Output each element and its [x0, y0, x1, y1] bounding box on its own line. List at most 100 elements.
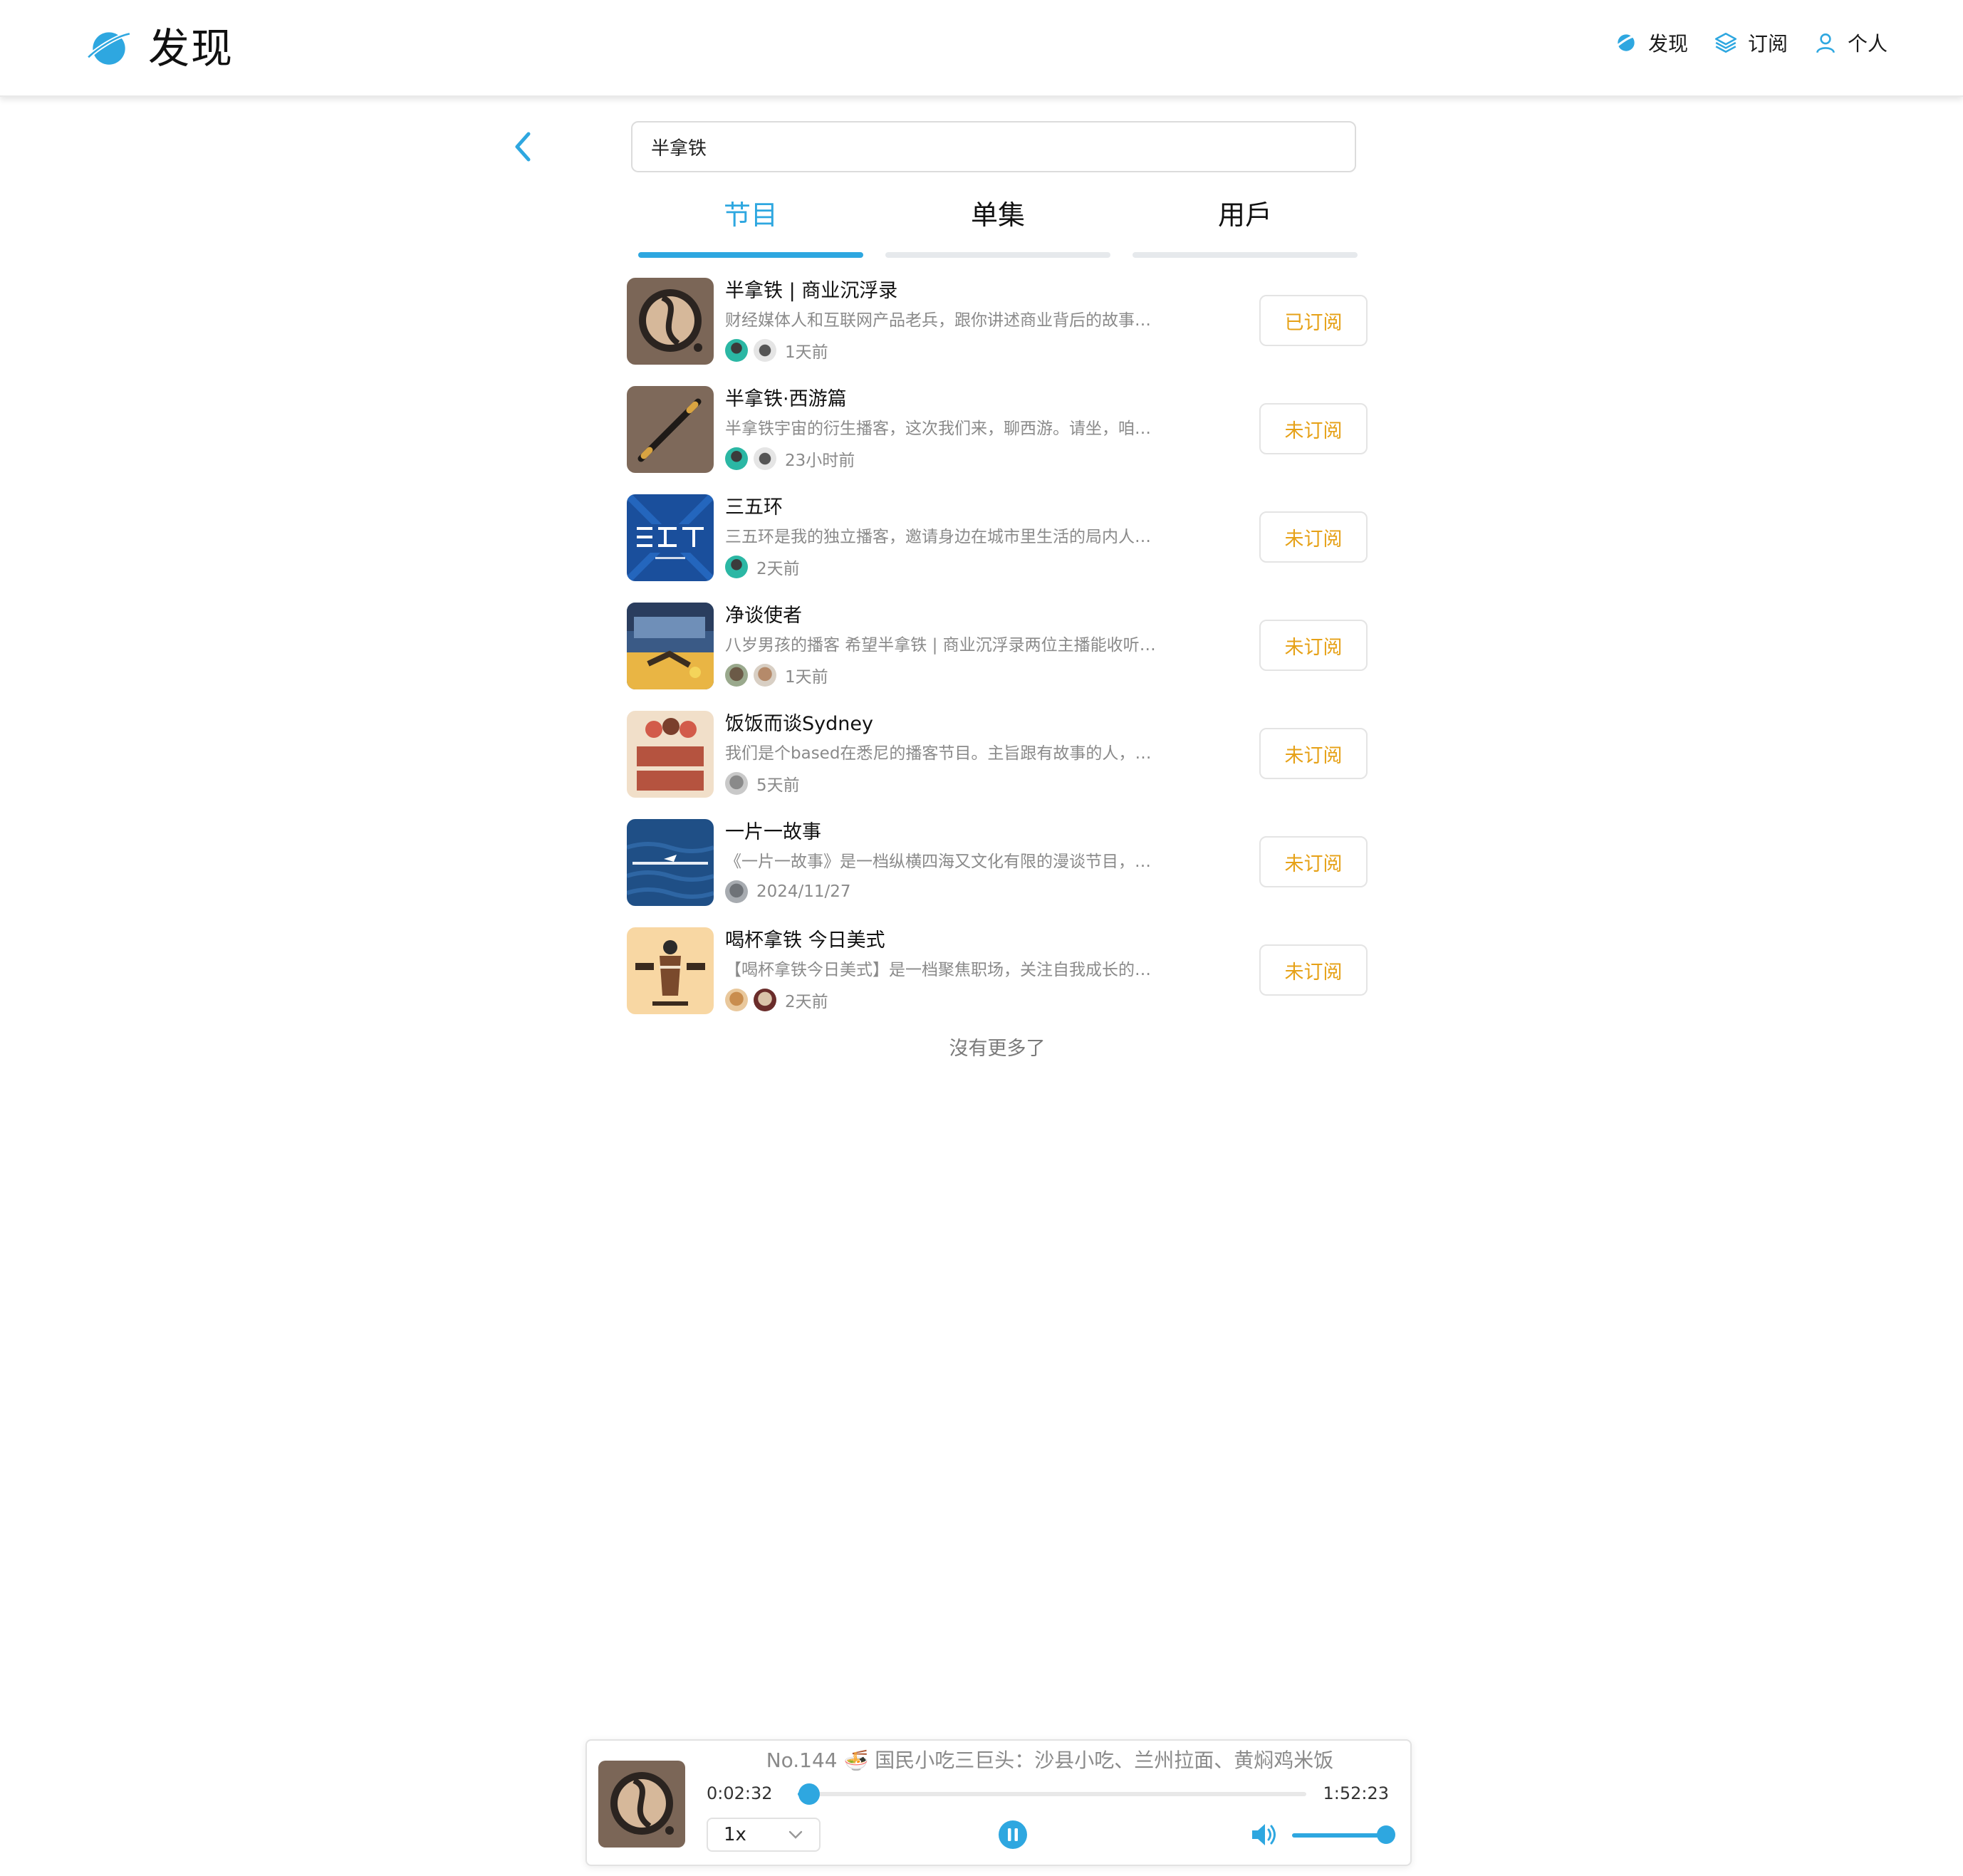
- podcast-description: 我们是个based在悉尼的播客节目。主旨跟有故事的人，聊有趣的故事。: [725, 744, 1160, 763]
- host-avatar: [725, 447, 748, 470]
- search-input[interactable]: [631, 121, 1356, 172]
- host-avatar: [725, 339, 748, 362]
- update-time: 2天前: [756, 560, 800, 578]
- jingtan-cover-image: [627, 603, 714, 689]
- subscribe-button[interactable]: 未订阅: [1259, 836, 1368, 887]
- no-more-results: 沒有更多了: [949, 1038, 1046, 1060]
- podcast-cover[interactable]: [627, 494, 714, 581]
- tab-users-label: 用戶: [1217, 199, 1272, 231]
- yipian-cover-image: [627, 819, 714, 906]
- podcast-meta: 2天前: [725, 987, 828, 1013]
- fanfan-cover-image: [627, 711, 714, 798]
- podcast-list-item[interactable]: 喝杯拿铁 今日美式 【喝杯拿铁今日美式】是一档聚焦职场，关注自我成长的播客栏目，…: [627, 927, 1368, 1036]
- host-avatar: [754, 989, 776, 1011]
- podcast-list-item[interactable]: 净谈使者 八岁男孩的播客 希望半拿铁 | 商业沉浮录两位主播能收听 谢谢大家支持…: [627, 603, 1368, 711]
- update-time: 1天前: [785, 668, 828, 687]
- podcast-cover[interactable]: [627, 819, 714, 906]
- tab-users[interactable]: 用戶: [1132, 194, 1358, 258]
- podcast-list-item[interactable]: 饭饭而谈Sydney 我们是个based在悉尼的播客节目。主旨跟有故事的人，聊有…: [627, 711, 1368, 819]
- top-bar: 发现 发现 订阅 个人: [0, 0, 1963, 97]
- nav-subscriptions[interactable]: 订阅: [1714, 28, 1788, 57]
- host-avatar: [725, 664, 748, 687]
- podcast-meta: 2024/11/27: [725, 879, 851, 905]
- podcast-results-list: 半拿铁 | 商业沉浮录 财经媒体人和互联网产品老兵，跟你讲述商业背后的故事。 来…: [627, 278, 1368, 1036]
- subscribe-button[interactable]: 未订阅: [1259, 620, 1368, 671]
- audio-player: No.144 🍜 国民小吃三巨头：沙县小吃、兰州拉面、黄焖鸡米饭 0:02:32…: [585, 1739, 1412, 1866]
- progress-handle[interactable]: [798, 1783, 820, 1805]
- nav-discover-label: 发现: [1647, 32, 1688, 56]
- hebei-cover-image: [627, 927, 714, 1014]
- volume-handle[interactable]: [1377, 1825, 1395, 1844]
- podcast-title: 三五环: [725, 496, 783, 518]
- host-avatar: [754, 339, 776, 362]
- nav-profile-label: 个人: [1847, 32, 1888, 56]
- podcast-title: 净谈使者: [725, 605, 802, 627]
- top-nav: 发现 订阅 个人: [1588, 28, 1888, 57]
- host-avatar: [725, 880, 748, 903]
- episode-title: No.144 🍜 国民小吃三巨头：沙县小吃、兰州拉面、黄焖鸡米饭: [766, 1749, 1334, 1772]
- host-avatar: [754, 664, 776, 687]
- host-avatar: [725, 989, 748, 1011]
- update-time: 23小时前: [785, 452, 855, 470]
- podcast-meta: 2天前: [725, 554, 800, 580]
- brand: 发现: [85, 20, 234, 77]
- podcast-list-item[interactable]: 一片一故事 《一片一故事》是一档纵横四海又文化有限的漫谈节目，它可以从任何地方开…: [627, 819, 1368, 927]
- banaitie-cover-image: [598, 1761, 685, 1848]
- host-avatar: [725, 772, 748, 795]
- podcast-list-item[interactable]: 半拿铁·西游篇 半拿铁宇宙的衍生播客，这次我们来，聊西游。请坐，咱们边喝边聊。 …: [627, 386, 1368, 494]
- podcast-meta: 5天前: [725, 771, 800, 796]
- podcast-list-item[interactable]: 半拿铁 | 商业沉浮录 财经媒体人和互联网产品老兵，跟你讲述商业背后的故事。 来…: [627, 278, 1368, 386]
- total-time: 1:52:23: [1323, 1783, 1389, 1803]
- xiyou-cover-image: [627, 386, 714, 473]
- host-avatar: [754, 447, 776, 470]
- banaitie-cover-image: [627, 278, 714, 365]
- podcast-description: 八岁男孩的播客 希望半拿铁 | 商业沉浮录两位主播能收听 谢谢大家支持: [725, 636, 1160, 655]
- tab-programs[interactable]: 节目: [638, 194, 863, 258]
- playback-speed-select[interactable]: 1x: [707, 1818, 821, 1852]
- podcast-title: 一片一故事: [725, 821, 821, 843]
- podcast-description: 财经媒体人和互联网产品老兵，跟你讲述商业背后的故事。 来杯半拿铁，听听商业沉浮录…: [725, 311, 1160, 330]
- volume-fill: [1292, 1833, 1386, 1838]
- subscribe-button[interactable]: 未订阅: [1259, 403, 1368, 454]
- podcast-list-item[interactable]: 三五环 三五环是我的独立播客，邀请身边在城市里生活的局内人朋友聊天。 2天前 未…: [627, 494, 1368, 603]
- nav-profile[interactable]: 个人: [1813, 28, 1888, 57]
- subscribe-button[interactable]: 未订阅: [1259, 511, 1368, 563]
- user-icon: [1816, 33, 1835, 53]
- podcast-meta: 23小时前: [725, 446, 855, 471]
- tab-indicator: [638, 252, 863, 258]
- podcast-title: 半拿铁·西游篇: [725, 388, 847, 410]
- tab-programs-label: 节目: [723, 199, 778, 231]
- podcast-title: 饭饭而谈Sydney: [725, 713, 873, 735]
- tab-episodes[interactable]: 单集: [885, 194, 1110, 258]
- host-avatar: [725, 556, 748, 578]
- sanwuhuan-cover-image: [627, 494, 714, 581]
- now-playing-cover[interactable]: [598, 1761, 685, 1848]
- subscribe-button[interactable]: 已订阅: [1259, 295, 1368, 346]
- podcast-title: 喝杯拿铁 今日美式: [725, 929, 885, 952]
- nav-discover[interactable]: 发现: [1614, 28, 1688, 57]
- progress-bar[interactable]: [798, 1783, 1306, 1805]
- update-time: 2天前: [785, 993, 828, 1011]
- volume-icon[interactable]: [1248, 1819, 1279, 1850]
- subscribe-button[interactable]: 未订阅: [1259, 728, 1368, 779]
- back-chevron-icon[interactable]: [510, 128, 536, 165]
- subscribe-button[interactable]: 未订阅: [1259, 944, 1368, 996]
- podcast-cover[interactable]: [627, 603, 714, 689]
- tab-indicator: [885, 252, 1110, 258]
- podcast-description: 《一片一故事》是一档纵横四海又文化有限的漫谈节目，它可以从任何地方开始。: [725, 853, 1160, 871]
- current-time: 0:02:32: [707, 1783, 773, 1803]
- tab-indicator: [1132, 252, 1358, 258]
- podcast-cover[interactable]: [627, 927, 714, 1014]
- chevron-down-icon: [788, 1830, 803, 1839]
- podcast-meta: 1天前: [725, 662, 828, 688]
- podcast-cover[interactable]: [627, 711, 714, 798]
- layers-icon: [1714, 32, 1737, 53]
- result-tabs: 节目 单集 用戶: [638, 194, 1358, 258]
- podcast-cover[interactable]: [627, 386, 714, 473]
- volume-slider[interactable]: [1292, 1825, 1395, 1844]
- podcast-description: 【喝杯拿铁今日美式】是一档聚焦职场，关注自我成长的播客栏目，欢迎收听。: [725, 961, 1160, 979]
- podcast-description: 半拿铁宇宙的衍生播客，这次我们来，聊西游。请坐，咱们边喝边聊。: [725, 420, 1160, 438]
- podcast-cover[interactable]: [627, 278, 714, 365]
- podcast-title: 半拿铁 | 商业沉浮录: [725, 280, 898, 302]
- pause-icon[interactable]: [997, 1819, 1029, 1850]
